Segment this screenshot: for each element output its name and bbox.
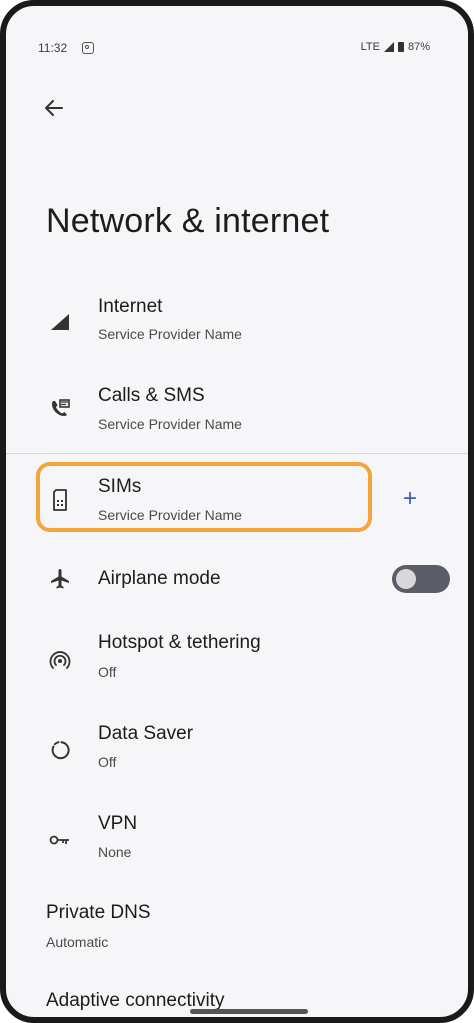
private-dns-title: Private DNS: [46, 902, 151, 923]
airplane-mode-title: Airplane mode: [98, 568, 221, 589]
airplane-icon: [48, 567, 72, 591]
adaptive-connectivity-item[interactable]: Adaptive connectivity: [6, 982, 468, 1017]
hotspot-icon: [48, 648, 72, 672]
hotspot-title: Hotspot & tethering: [98, 632, 261, 653]
status-bar: 11:32 LTE 87%: [6, 6, 468, 55]
data-saver-icon: [48, 738, 72, 762]
vpn-title: VPN: [98, 813, 138, 834]
data-saver-subtitle: Off: [98, 754, 117, 770]
instagram-notification-icon: [82, 42, 94, 54]
phone-icon: [48, 397, 72, 421]
calls-sms-item[interactable]: Calls & SMS Service Provider Name: [6, 379, 468, 449]
key-icon: [48, 828, 72, 852]
calls-sms-title: Calls & SMS: [98, 385, 205, 406]
private-dns-item[interactable]: Private DNS Automatic: [6, 894, 468, 958]
section-divider: [6, 453, 468, 454]
status-indicators: LTE 87%: [361, 41, 430, 53]
battery-icon: [397, 42, 404, 52]
vpn-item[interactable]: VPN None: [6, 808, 468, 872]
airplane-mode-toggle[interactable]: [392, 565, 450, 593]
vpn-subtitle: None: [98, 844, 132, 860]
data-saver-item[interactable]: Data Saver Off: [6, 718, 468, 782]
back-arrow-icon[interactable]: [40, 94, 68, 122]
page-title: Network & internet: [46, 202, 330, 240]
hotspot-item[interactable]: Hotspot & tethering Off: [6, 628, 468, 692]
internet-title: Internet: [98, 296, 163, 317]
phone-frame: 11:32 LTE 87% Network & internet Interne…: [0, 0, 474, 1023]
internet-subtitle: Service Provider Name: [98, 326, 242, 342]
private-dns-subtitle: Automatic: [46, 934, 109, 950]
cell-signal-icon: [383, 42, 394, 52]
add-sim-button[interactable]: +: [399, 487, 421, 511]
data-saver-title: Data Saver: [98, 723, 194, 744]
signal-icon: [48, 310, 72, 334]
calls-sms-subtitle: Service Provider Name: [98, 416, 242, 432]
battery-percent: 87%: [407, 41, 430, 53]
hotspot-subtitle: Off: [98, 664, 117, 680]
gesture-nav-handle[interactable]: [190, 1009, 308, 1014]
status-time: 11:32: [38, 41, 68, 55]
network-type: LTE: [360, 41, 380, 53]
sims-highlight-box: [36, 462, 372, 532]
toggle-knob: [396, 569, 416, 589]
internet-item[interactable]: Internet Service Provider Name: [6, 288, 468, 358]
